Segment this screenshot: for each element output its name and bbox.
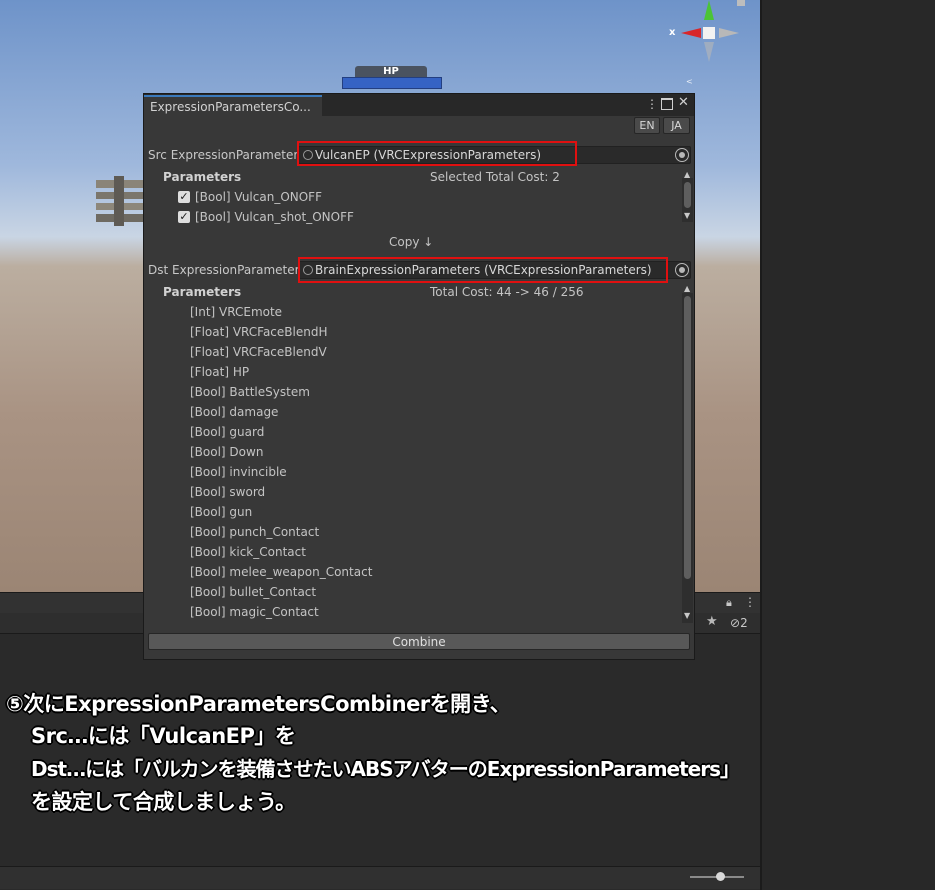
src-object-picker-icon[interactable] (675, 148, 689, 162)
src-label: Src ExpressionParameters (148, 148, 305, 162)
caption-line-3: Dst…には「バルカンを装備させたいABSアバターのExpressionPara… (31, 757, 740, 781)
dst-param-item: [Bool] kick_Contact (190, 545, 306, 559)
dst-param-item: [Bool] punch_Contact (190, 525, 320, 539)
favorite-star-icon[interactable]: ★ (706, 614, 718, 629)
hidden-count: 2 (740, 616, 748, 630)
dst-param-item: [Bool] gun (190, 505, 253, 519)
dst-param-item: [Bool] Down (190, 445, 264, 459)
scroll-down-icon[interactable]: ▼ (684, 212, 690, 220)
combine-button[interactable]: Combine (148, 633, 690, 650)
dst-highlight-box (298, 257, 668, 283)
zoom-slider-thumb[interactable] (716, 872, 725, 881)
src-param-label: [Bool] Vulcan_ONOFF (195, 190, 322, 204)
src-highlight-box (297, 141, 577, 166)
dst-param-item: [Float] VRCFaceBlendH (190, 325, 328, 339)
dst-param-item: [Bool] BattleSystem (190, 385, 310, 399)
close-icon[interactable]: ✕ (678, 96, 689, 110)
src-scrollbar-thumb[interactable] (684, 182, 691, 208)
src-param-label: [Bool] Vulcan_shot_ONOFF (195, 210, 354, 224)
src-params-header: Parameters (163, 170, 242, 184)
dst-param-item: [Bool] bullet_Contact (190, 585, 317, 599)
dst-cost-text: Total Cost: 44 -> 46 / 256 (430, 285, 584, 299)
src-param-checkbox[interactable]: ✓ (178, 211, 190, 223)
dst-scrollbar-thumb[interactable] (684, 296, 691, 579)
src-cost-text: Selected Total Cost: 2 (430, 170, 560, 184)
src-param-checkbox[interactable]: ✓ (178, 191, 190, 203)
dst-param-item: [Bool] magic_Contact (190, 605, 319, 619)
eye-slash-icon: ⊘ (730, 616, 741, 630)
lock-icon[interactable]: 🔒︎ (726, 596, 736, 609)
scroll-down-icon[interactable]: ▼ (684, 612, 690, 620)
hidden-packages-toggle[interactable]: ⊘2 (730, 616, 748, 630)
gizmo-x-label: x (669, 27, 676, 38)
copy-label[interactable]: Copy ↓ (389, 235, 433, 249)
gizmo-persp-icon[interactable]: < (686, 77, 726, 86)
panel-menu-icon[interactable]: ⋮ (744, 595, 756, 609)
lower-panel-footer (0, 866, 760, 889)
caption-line-2: Src…には「VulcanEP」を (31, 724, 296, 748)
vulcan-turret-model (96, 176, 144, 226)
scroll-up-icon[interactable]: ▲ (684, 171, 690, 179)
dst-param-item: [Bool] melee_weapon_Contact (190, 565, 373, 579)
dst-params-header: Parameters (163, 285, 242, 299)
dst-object-picker-icon[interactable] (675, 263, 689, 277)
lang-en-button[interactable]: EN (634, 117, 660, 134)
window-tab[interactable]: ExpressionParametersCo... (144, 95, 322, 116)
right-dock-panel (760, 0, 935, 890)
dst-param-item: [Bool] sword (190, 485, 266, 499)
dst-param-item: [Bool] guard (190, 425, 265, 439)
dst-param-item: [Bool] damage (190, 405, 279, 419)
maximize-icon[interactable] (661, 98, 673, 110)
lang-ja-button[interactable]: JA (663, 117, 690, 134)
dst-label: Dst ExpressionParameters (148, 263, 306, 277)
window-menu-icon[interactable]: ⋮ (646, 97, 658, 111)
caption-line-4: を設定して合成しましょう。 (31, 790, 296, 814)
hp-bar (342, 77, 442, 89)
dst-param-item: [Float] VRCFaceBlendV (190, 345, 327, 359)
dst-param-item: [Float] HP (190, 365, 250, 379)
dst-param-item: [Int] VRCEmote (190, 305, 283, 319)
caption-line-1: ⑤次にExpressionParametersCombinerを開き、 (6, 692, 511, 716)
scroll-up-icon[interactable]: ▲ (684, 285, 690, 293)
dst-param-item: [Bool] invincible (190, 465, 287, 479)
